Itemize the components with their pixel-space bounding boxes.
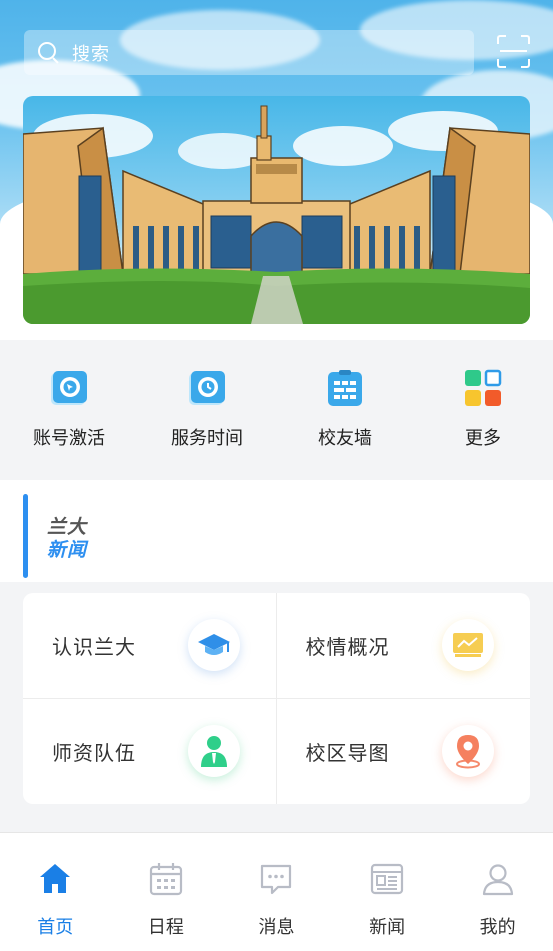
news-logo-bottom: 新闻: [47, 539, 88, 561]
quick-item-service-time[interactable]: 服务时间: [138, 340, 276, 480]
quick-item-more[interactable]: 更多: [414, 340, 552, 480]
card-label: 校区导图: [305, 740, 390, 765]
teacher-icon: [187, 725, 240, 778]
search-icon: [38, 41, 60, 64]
search-bar[interactable]: 搜索: [24, 30, 474, 75]
calendar-icon: [149, 863, 182, 896]
quick-item-alumni-wall[interactable]: 校友墙: [276, 340, 414, 480]
card-campus-map[interactable]: 校区导图: [277, 699, 531, 805]
campus-banner[interactable]: [23, 96, 530, 324]
quick-item-label: 更多: [465, 428, 501, 449]
tab-home[interactable]: 首页: [0, 833, 111, 951]
tab-profile[interactable]: 我的: [442, 833, 553, 951]
card-label: 认识兰大: [52, 634, 136, 659]
quick-item-label: 账号激活: [33, 428, 105, 449]
tab-news[interactable]: 新闻: [332, 833, 443, 951]
card-faculty[interactable]: 师资队伍: [23, 698, 277, 804]
clock-icon: [187, 368, 227, 408]
section-accent-bar: [23, 494, 28, 578]
news-icon: [370, 863, 404, 895]
tab-schedule[interactable]: 日程: [111, 833, 222, 951]
graduation-cap-icon: [187, 619, 240, 672]
quick-actions: 账号激活 服务时间 校友墙 更多: [0, 340, 553, 480]
tab-label: 首页: [37, 917, 74, 938]
more-grid-icon: [463, 368, 503, 408]
account-activate-icon: [49, 368, 89, 408]
bottom-tab-bar: 首页 日程 消息 新闻 我的: [0, 832, 553, 951]
quick-item-label: 服务时间: [171, 428, 243, 449]
scan-icon[interactable]: [497, 35, 530, 68]
tab-label: 我的: [479, 917, 516, 938]
message-icon: [261, 864, 292, 895]
news-section-header: 兰大 新闻: [0, 480, 553, 582]
card-label: 师资队伍: [52, 740, 136, 765]
tab-label: 消息: [258, 917, 295, 938]
wall-icon: [325, 368, 365, 408]
card-school-overview[interactable]: 校情概况: [276, 593, 530, 699]
tab-label: 新闻: [369, 917, 406, 938]
chart-board-icon: [442, 619, 494, 672]
card-label: 校情概况: [305, 634, 390, 659]
home-icon: [40, 864, 71, 893]
map-pin-icon: [442, 725, 494, 778]
card-know-lzu[interactable]: 认识兰大: [23, 593, 277, 699]
user-icon: [482, 864, 513, 896]
search-placeholder: 搜索: [72, 43, 110, 65]
quick-item-account-activate[interactable]: 账号激活: [0, 340, 138, 480]
tab-label: 日程: [147, 917, 184, 938]
tab-messages[interactable]: 消息: [221, 833, 332, 951]
quick-item-label: 校友墙: [318, 428, 372, 449]
info-card-grid: 认识兰大 校情概况 师资队伍 校区导图: [23, 593, 530, 804]
